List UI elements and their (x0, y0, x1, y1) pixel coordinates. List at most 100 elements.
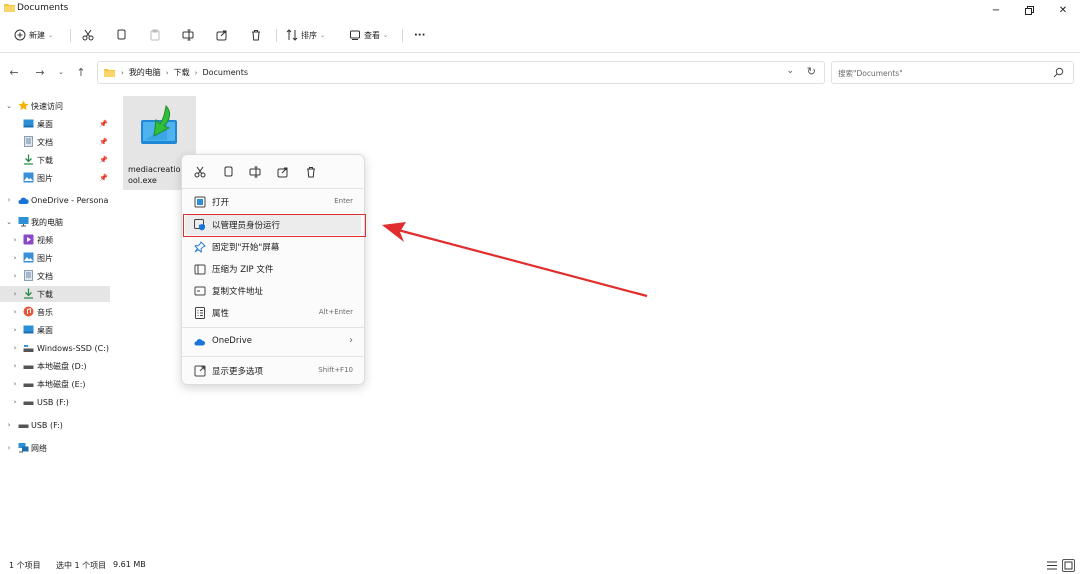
sidebar-item-downloads[interactable]: 下载 📌 (0, 152, 110, 168)
search-box[interactable]: 搜索"Documents" (831, 61, 1074, 84)
forward-button[interactable]: → (32, 64, 48, 80)
up-button[interactable]: ↑ (73, 64, 89, 80)
delete-button[interactable] (250, 26, 262, 44)
back-button[interactable]: ← (6, 64, 22, 80)
ctx-item-label: 显示更多选项 (212, 367, 264, 377)
ctx-item-label: 以管理员身份运行 (212, 221, 281, 231)
refresh-icon[interactable]: ↻ (807, 65, 816, 78)
sidebar-label: 本地磁盘 (D:) (37, 361, 87, 371)
ctx-item-pin-to-start[interactable]: 固定到"开始"屏幕 (185, 237, 361, 257)
sidebar-item-documents[interactable]: 文档 📌 (0, 134, 110, 150)
download-icon (24, 288, 33, 299)
breadcrumb-documents[interactable]: Documents (202, 68, 248, 77)
ctx-item-shortcut: Enter (334, 197, 353, 205)
details-view-icon (1046, 561, 1057, 570)
sort-button[interactable]: 排序 ⌄ (286, 26, 325, 44)
sidebar-item-drive-e[interactable]: › 本地磁盘 (E:) (0, 376, 110, 392)
open-icon (194, 196, 206, 208)
more-button[interactable]: ··· (414, 26, 425, 44)
divider (182, 188, 364, 189)
arrow-head (382, 222, 406, 242)
ctx-item-label: 压缩为 ZIP 文件 (212, 265, 274, 275)
ctx-item-onedrive[interactable]: OneDrive › (185, 332, 361, 352)
view-button[interactable]: 查看 ⌄ (349, 26, 388, 44)
sidebar-label: 文档 (37, 137, 53, 147)
paste-button[interactable] (149, 26, 161, 44)
copy-icon (117, 29, 126, 40)
ctx-item-shortcut: Alt+Enter (318, 308, 353, 316)
tiles-view-button[interactable] (1062, 559, 1075, 572)
copy-icon (224, 166, 233, 177)
sidebar-item-pictures[interactable]: 图片 📌 (0, 170, 110, 186)
ctx-delete-button[interactable] (303, 164, 319, 180)
sidebar-label: 网络 (31, 443, 47, 453)
sidebar-item-drive-c[interactable]: › Windows-SSD (C:) (0, 340, 110, 356)
ctx-rename-button[interactable] (247, 164, 263, 180)
sidebar-item-onedrive[interactable]: › OneDrive - Persona (0, 192, 110, 208)
breadcrumb-downloads[interactable]: 下载 (174, 67, 190, 78)
rename-icon (249, 166, 261, 178)
ctx-item-show-more-options[interactable]: 显示更多选项 Shift+F10 (185, 361, 361, 381)
window-title: Documents (17, 3, 69, 13)
sidebar-label: 下载 (37, 289, 53, 299)
rename-icon (182, 29, 194, 41)
chevron-down-icon: ⌄ (6, 218, 12, 226)
address-bar[interactable]: › 我的电脑 › 下载 › Documents ⌄ ↻ (97, 61, 825, 84)
sidebar-item-videos[interactable]: › 视频 (0, 232, 110, 248)
chevron-right-icon: › (349, 335, 353, 346)
sidebar-item-desktop[interactable]: 桌面 📌 (0, 116, 110, 132)
sidebar-label: USB (F:) (37, 397, 69, 407)
share-icon (216, 30, 227, 41)
sidebar-item-music[interactable]: › 音乐 (0, 304, 110, 320)
sidebar-item-pc-pictures[interactable]: › 图片 (0, 250, 110, 266)
pin-icon: 📌 (99, 138, 108, 146)
navigation-pane: ⌄ 快速访问 桌面 📌 文档 📌 下载 📌 图片 📌 › OneDrive - … (0, 92, 112, 552)
sidebar-label: 图片 (37, 253, 53, 263)
folder-icon (4, 4, 15, 12)
cut-button[interactable] (82, 26, 94, 44)
chevron-right-icon: › (13, 236, 17, 244)
desktop-icon (23, 325, 34, 334)
close-button[interactable]: ✕ (1046, 0, 1080, 20)
search-input[interactable]: 搜索"Documents" (838, 68, 903, 79)
ctx-item-run-as-admin[interactable]: 以管理员身份运行 (185, 215, 361, 235)
ctx-item-properties[interactable]: 属性 Alt+Enter (185, 303, 361, 323)
chevron-right-icon: › (13, 398, 17, 406)
pin-icon: 📌 (99, 156, 108, 164)
properties-icon (195, 307, 205, 319)
sidebar-item-pc-downloads[interactable]: › 下载 (0, 286, 110, 302)
sidebar-item-usb[interactable]: › USB (F:) (0, 417, 110, 433)
recent-locations-button[interactable]: ⌄ (53, 64, 69, 80)
copy-button[interactable] (115, 26, 127, 44)
sidebar-item-pc-desktop[interactable]: › 桌面 (0, 322, 110, 338)
sidebar-item-this-pc[interactable]: ⌄ 我的电脑 (0, 214, 110, 230)
ctx-cut-button[interactable] (192, 164, 208, 180)
ctx-item-open[interactable]: 打开 Enter (185, 192, 361, 212)
sidebar-item-drive-d[interactable]: › 本地磁盘 (D:) (0, 358, 110, 374)
minimize-button[interactable]: − (979, 0, 1013, 20)
rename-button[interactable] (182, 26, 194, 44)
breadcrumb-this-pc[interactable]: 我的电脑 (129, 67, 161, 78)
scissors-icon (82, 29, 94, 41)
star-icon (18, 100, 29, 110)
ctx-item-copy-path[interactable]: 复制文件地址 (185, 281, 361, 301)
maximize-button[interactable] (1012, 0, 1046, 20)
plus-circle-icon (14, 29, 26, 41)
windows-drive-icon (23, 345, 34, 352)
ctx-share-button[interactable] (275, 164, 291, 180)
ctx-copy-button[interactable] (220, 164, 236, 180)
pin-icon (194, 241, 206, 253)
sidebar-item-drive-f[interactable]: › USB (F:) (0, 394, 110, 410)
ctx-item-label: 固定到"开始"屏幕 (212, 243, 280, 253)
ctx-item-compress-zip[interactable]: 压缩为 ZIP 文件 (185, 259, 361, 279)
share-button[interactable] (216, 26, 228, 44)
sidebar-label: 下载 (37, 155, 53, 165)
sidebar-item-network[interactable]: › 网络 (0, 440, 110, 456)
sidebar-item-quick-access[interactable]: ⌄ 快速访问 (0, 98, 110, 114)
address-history-dropdown[interactable]: ⌄ (786, 66, 794, 76)
sidebar-item-pc-documents[interactable]: › 文档 (0, 268, 110, 284)
details-view-button[interactable] (1045, 559, 1058, 572)
divider (182, 327, 364, 328)
tiles-view-icon (1064, 561, 1073, 570)
new-button[interactable]: 新建 ⌄ (14, 26, 53, 44)
